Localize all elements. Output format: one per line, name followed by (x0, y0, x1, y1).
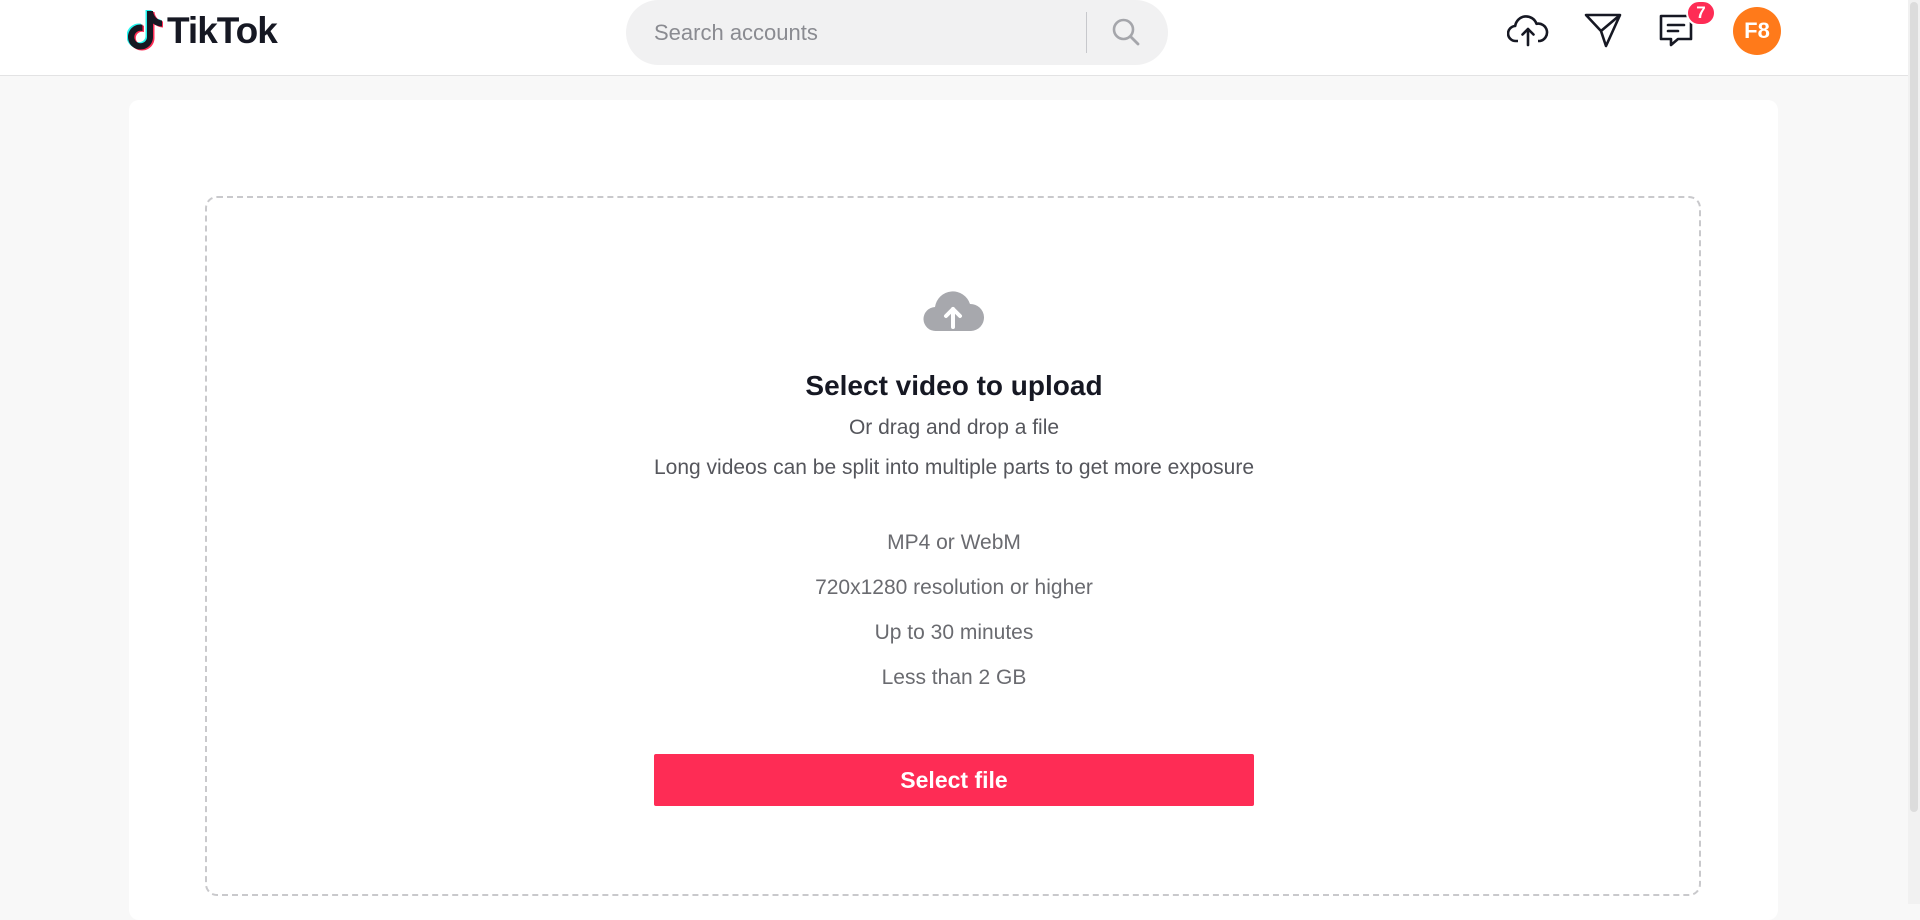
scrollbar-thumb[interactable] (1910, 2, 1918, 812)
send-icon (1584, 13, 1622, 48)
search-bar (626, 0, 1168, 65)
spec-format: MP4 or WebM (887, 531, 1021, 554)
inbox-badge: 7 (1686, 0, 1716, 26)
tiktok-note-icon (127, 10, 163, 51)
tiktok-logo[interactable]: TikTok (127, 6, 278, 56)
cloud-upload-icon (1507, 15, 1549, 47)
upload-button[interactable] (1506, 8, 1550, 52)
upload-title: Select video to upload (805, 370, 1103, 401)
select-file-button[interactable]: Select file (654, 754, 1254, 806)
search-divider (1086, 12, 1087, 53)
top-navbar: TikTok 7 F8 (0, 0, 1908, 76)
drag-drop-text: Or drag and drop a file (848, 416, 1060, 439)
avatar[interactable]: F8 (1733, 7, 1781, 55)
spec-resolution: 720x1280 resolution or higher (815, 576, 1093, 599)
cloud-upload-icon (923, 291, 984, 332)
spec-size: Less than 2 GB (881, 666, 1027, 689)
messages-button[interactable] (1581, 8, 1625, 52)
search-icon (1112, 18, 1140, 46)
search-input[interactable] (652, 10, 1096, 56)
spec-duration: Up to 30 minutes (874, 621, 1034, 644)
brand-wordmark: TikTok (167, 10, 278, 51)
search-button[interactable] (1098, 8, 1154, 56)
split-info-text: Long videos can be split into multiple p… (653, 456, 1254, 479)
